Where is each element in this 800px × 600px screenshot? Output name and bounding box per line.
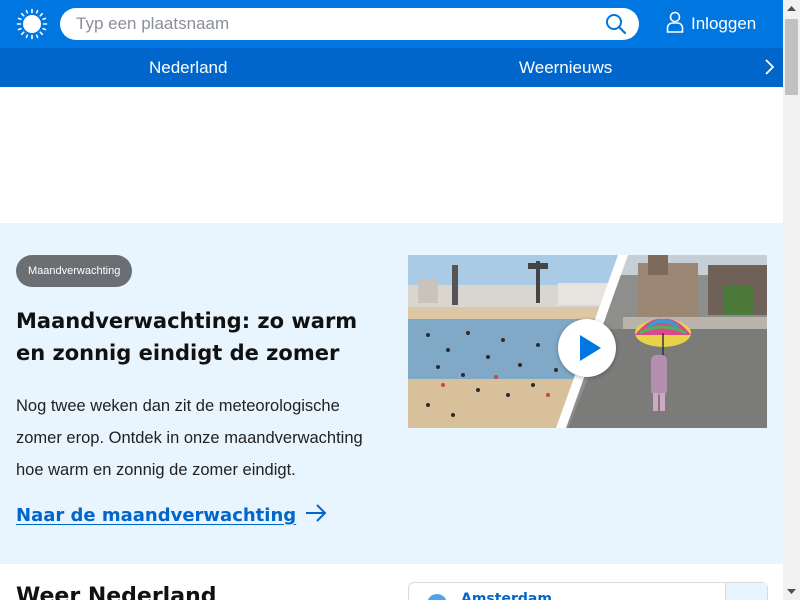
video-thumbnail[interactable] (408, 255, 767, 428)
feature-text: Nog twee weken dan zit de meteorologisch… (16, 397, 363, 479)
main-nav: Nederland Weernieuws (0, 48, 783, 87)
city-card-side (725, 583, 767, 600)
weather-icon (427, 594, 447, 600)
ad-space (0, 87, 783, 223)
scroll-up-arrow-icon[interactable] (783, 0, 800, 17)
nav-item-weernieuws[interactable]: Weernieuws (519, 48, 612, 87)
category-badge[interactable]: Maandverwachting (16, 255, 133, 287)
feature-article: Maandverwachting Maandverwachting: zo wa… (0, 223, 783, 564)
login-button[interactable]: Inloggen (666, 11, 757, 38)
search-box (60, 8, 639, 40)
sun-logo-icon[interactable] (16, 8, 48, 40)
search-icon[interactable] (605, 13, 629, 35)
city-name: Amsterdam (461, 591, 552, 600)
weather-section: Weer Nederland Amsterdam (0, 564, 783, 600)
scroll-down-arrow-icon[interactable] (783, 583, 800, 600)
play-icon[interactable] (558, 319, 616, 377)
weather-section-title: Weer Nederland (16, 584, 217, 600)
search-input[interactable] (76, 8, 596, 40)
city-card[interactable]: Amsterdam (408, 582, 768, 600)
user-icon (666, 11, 684, 38)
arrow-right-icon (304, 503, 328, 528)
feature-link-label: Naar de maandverwachting (16, 505, 297, 526)
nav-item-nederland[interactable]: Nederland (149, 48, 227, 87)
login-label: Inloggen (691, 14, 757, 33)
feature-link[interactable]: Naar de maandverwachting (16, 503, 328, 528)
scrollbar[interactable] (783, 0, 800, 600)
chevron-right-icon[interactable] (761, 57, 777, 77)
scrollbar-thumb[interactable] (785, 19, 798, 95)
feature-title[interactable]: Maandverwachting: zo warm en zonnig eind… (16, 305, 386, 369)
top-bar: Inloggen (0, 0, 783, 48)
